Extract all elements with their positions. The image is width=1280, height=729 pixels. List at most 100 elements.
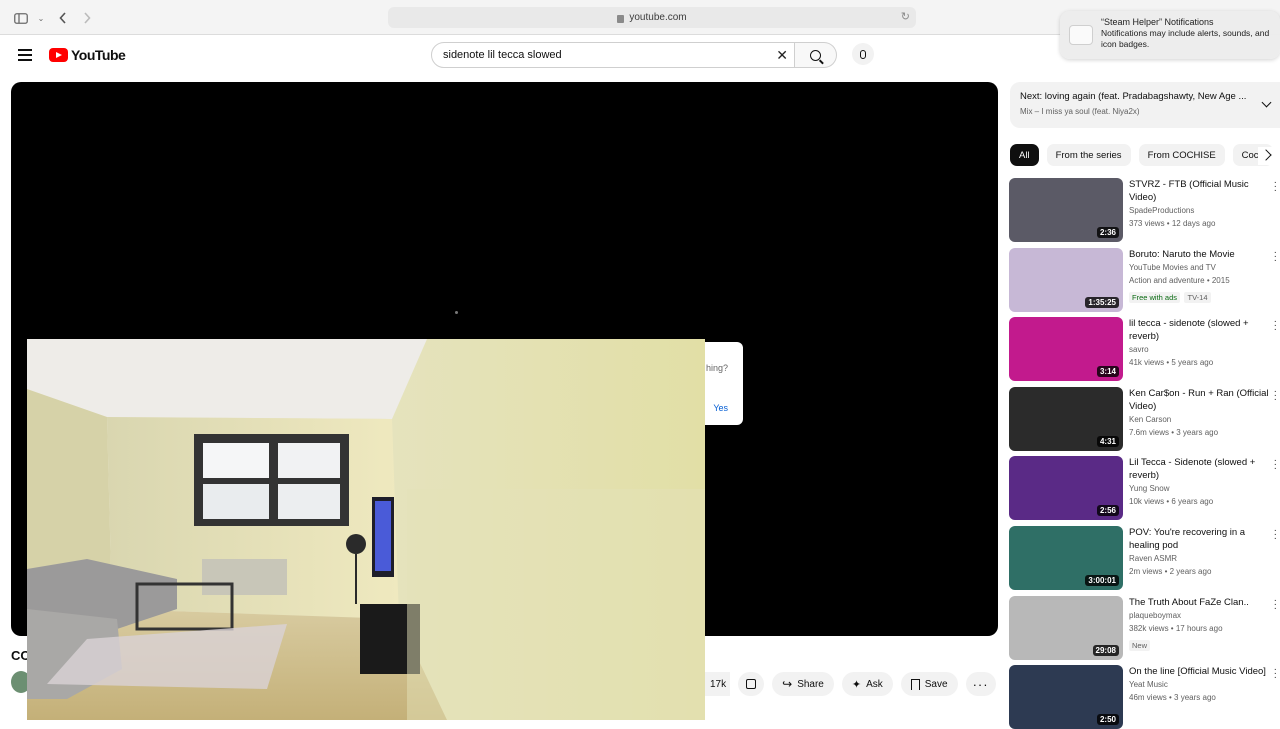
video-title[interactable]: lil tecca - sidenote (slowed + reverb) [1129, 317, 1269, 343]
video-info: POV: You're recovering in a healing pod R… [1129, 526, 1269, 578]
logo-text: YouTube [71, 47, 126, 63]
bookmark-icon [910, 678, 920, 690]
video-meta: 7.6m views • 3 years ago [1129, 428, 1219, 437]
channel-name[interactable]: SpadeProductions [1129, 204, 1269, 217]
search-button[interactable] [795, 42, 837, 68]
cursor-dot [455, 311, 458, 314]
more-vert-icon[interactable]: · · · [1274, 665, 1277, 683]
forward-button[interactable] [78, 9, 96, 27]
recommended-video[interactable]: 2:56 Lil Tecca - Sidenote (slowed + rever… [1009, 456, 1280, 520]
more-vert-icon[interactable]: · · · [1274, 178, 1277, 196]
recommended-video[interactable]: 3:14 lil tecca - sidenote (slowed + rever… [1009, 317, 1280, 381]
chevron-down-icon[interactable]: ⌄ [32, 9, 50, 27]
video-actions: 17k ↪ Share ✦ Ask Save ··· [700, 672, 1004, 696]
ask-label: Ask [866, 678, 883, 690]
channel-name[interactable]: savro [1129, 343, 1269, 356]
share-button[interactable]: ↪ Share [772, 672, 834, 696]
still-watching-dialog: hing? Yes [705, 342, 743, 425]
lock-icon [617, 14, 625, 23]
channel-name[interactable]: plaqueboymax [1129, 609, 1269, 622]
recommended-video[interactable]: 2:36 STVRZ - FTB (Official Music Video) Sp… [1009, 178, 1280, 242]
video-title[interactable]: Boruto: Naruto the Movie [1129, 248, 1269, 261]
video-thumbnail[interactable]: 3:14 [1009, 317, 1123, 381]
video-badge: Free with ads [1129, 292, 1181, 303]
back-button[interactable] [54, 9, 72, 27]
recommended-video[interactable]: 29:08 The Truth About FaZe Clan.. plaquebo… [1009, 596, 1280, 660]
search-icon [810, 49, 821, 61]
video-title[interactable]: STVRZ - FTB (Official Music Video) [1129, 178, 1269, 204]
channel-name[interactable]: YouTube Movies and TV [1129, 261, 1269, 274]
more-actions-button[interactable]: ··· [965, 672, 996, 696]
dislike-button[interactable] [738, 672, 765, 696]
up-next-panel[interactable]: Next: loving again (feat. Pradabagshawty… [1010, 82, 1280, 128]
notification-body: Notifications may include alerts, sounds… [1101, 28, 1270, 49]
app-icon [1069, 25, 1093, 45]
sparkle-icon: ✦ [851, 678, 862, 691]
video-meta: 41k views • 5 years ago [1129, 358, 1214, 367]
recommended-video[interactable]: 4:31 Ken Car$on - Run + Ran (Official Vid… [1009, 387, 1280, 451]
ask-button[interactable]: ✦ Ask [841, 672, 893, 696]
video-thumbnail[interactable]: 4:31 [1009, 387, 1123, 451]
duration-badge: 2:36 [1096, 227, 1119, 238]
reload-icon[interactable]: ↻ [901, 10, 910, 23]
channel-name[interactable]: Ken Carson [1129, 413, 1269, 426]
play-logo-icon [49, 48, 68, 62]
chevron-right-icon[interactable] [1258, 147, 1280, 165]
video-thumbnail[interactable]: 29:08 [1009, 596, 1123, 660]
microphone-icon [860, 49, 866, 59]
video-thumbnail[interactable]: 1:35:25 [1009, 248, 1123, 312]
sidebar-toggle-icon[interactable] [12, 9, 30, 27]
search-input[interactable] [443, 49, 763, 61]
room-scene-image [27, 339, 705, 720]
video-thumbnail[interactable]: 2:50 [1009, 665, 1123, 729]
more-icon: ··· [972, 676, 989, 692]
video-title[interactable]: The Truth About FaZe Clan.. [1129, 596, 1269, 609]
chip-from-the-series[interactable]: From the series [1046, 144, 1131, 166]
video-info: Boruto: Naruto the Movie YouTube Movies a… [1129, 248, 1269, 305]
video-meta: Action and adventure • 2015 [1129, 276, 1230, 285]
video-info: The Truth About FaZe Clan.. plaqueboymax 3… [1129, 596, 1269, 653]
video-meta: 373 views • 12 days ago [1129, 219, 1216, 228]
chevron-down-icon[interactable] [1261, 97, 1272, 108]
more-vert-icon[interactable]: · · · [1274, 456, 1277, 474]
channel-name[interactable]: Raven ASMR [1129, 552, 1269, 565]
more-vert-icon[interactable]: · · · [1274, 248, 1277, 266]
filter-chips: All From the series From COCHISE Coch [1010, 144, 1280, 166]
rating-badge: TV-14 [1184, 292, 1211, 303]
recommended-video[interactable]: 1:35:25 Boruto: Naruto the Movie YouTube M… [1009, 248, 1280, 312]
more-vert-icon[interactable]: · · · [1274, 526, 1277, 544]
chip-from-cochise[interactable]: From COCHISE [1138, 144, 1225, 166]
more-vert-icon[interactable]: · · · [1274, 387, 1277, 405]
video-meta: 2m views • 2 years ago [1129, 567, 1212, 576]
chip-all[interactable]: All [1010, 144, 1039, 166]
share-icon: ↪ [782, 677, 793, 691]
channel-name[interactable]: Yeat Music [1129, 678, 1269, 691]
voice-search-button[interactable] [852, 43, 874, 65]
duration-badge: 3:14 [1096, 366, 1119, 377]
recommended-video[interactable]: 3:00:01 POV: You're recovering in a heali… [1009, 526, 1280, 590]
save-button[interactable]: Save [900, 672, 958, 696]
thumbs-down-icon [746, 679, 757, 689]
video-thumbnail[interactable]: 3:00:01 [1009, 526, 1123, 590]
address-bar[interactable]: youtube.com ↻ [388, 7, 916, 28]
video-title[interactable]: Ken Car$on - Run + Ran (Official Video) [1129, 387, 1269, 413]
video-thumbnail[interactable]: 2:36 [1009, 178, 1123, 242]
channel-name[interactable]: Yung Snow [1129, 482, 1269, 495]
dialog-text: hing? [705, 363, 728, 373]
duration-badge: 2:56 [1096, 505, 1119, 516]
video-title[interactable]: Lil Tecca - Sidenote (slowed + reverb) [1129, 456, 1269, 482]
system-notification[interactable]: “Steam Helper” Notifications Notificatio… [1060, 11, 1280, 59]
duration-badge: 4:31 [1096, 436, 1119, 447]
menu-icon[interactable] [18, 49, 32, 61]
video-thumbnail[interactable]: 2:56 [1009, 456, 1123, 520]
more-vert-icon[interactable]: · · · [1274, 596, 1277, 614]
search-box[interactable]: ✕ [431, 42, 795, 68]
save-label: Save [924, 678, 948, 690]
video-title[interactable]: POV: You're recovering in a healing pod [1129, 526, 1269, 552]
clear-search-icon[interactable]: ✕ [776, 47, 788, 64]
video-title[interactable]: On the line [Official Music Video] [1129, 665, 1269, 678]
more-vert-icon[interactable]: · · · [1274, 317, 1277, 335]
dialog-yes-button[interactable]: Yes [713, 403, 728, 413]
youtube-logo[interactable]: YouTube [49, 47, 126, 63]
recommended-video[interactable]: 2:50 On the line [Official Music Video] Ye… [1009, 665, 1280, 729]
